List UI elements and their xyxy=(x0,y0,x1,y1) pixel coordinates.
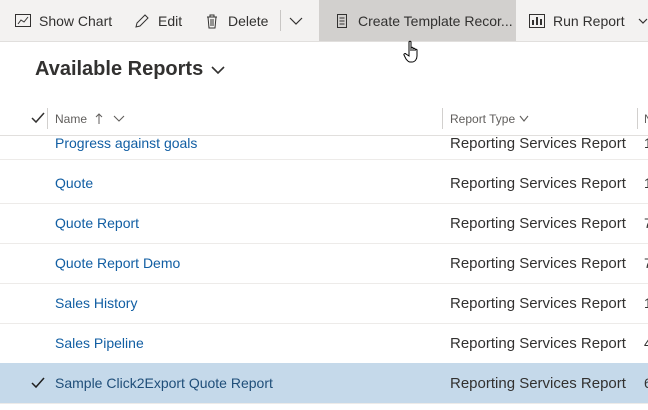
create-template-record-button[interactable]: Create Template Recor... xyxy=(319,0,516,41)
partial-cell: 1 xyxy=(644,295,648,311)
partial-cell: 1 xyxy=(644,135,648,151)
report-type-cell: Reporting Services Report xyxy=(450,134,626,152)
table-row[interactable]: Quote Report Reporting Services Report 7 xyxy=(0,203,648,244)
column-menu-chevron-icon[interactable] xyxy=(519,115,529,123)
column-name-label: Name xyxy=(55,111,88,126)
pencil-icon xyxy=(133,12,151,30)
show-chart-label: Show Chart xyxy=(39,12,113,29)
column-report-type-label: Report Type xyxy=(450,111,516,126)
overflow-chevron-icon[interactable] xyxy=(638,0,648,41)
hand-pointer-icon xyxy=(403,40,423,64)
report-type-cell: Reporting Services Report xyxy=(450,254,626,272)
run-report-label: Run Report xyxy=(553,12,625,29)
report-name-link[interactable]: Quote Report xyxy=(55,203,139,243)
table-row[interactable]: Sales Pipeline Reporting Services Report… xyxy=(0,323,648,364)
more-commands-chevron-icon[interactable] xyxy=(289,0,303,41)
report-type-cell: Reporting Services Report xyxy=(450,214,626,232)
sort-ascending-icon xyxy=(95,112,103,125)
partial-cell: 7 xyxy=(644,215,648,231)
row-check-icon[interactable] xyxy=(30,375,46,391)
view-selector[interactable]: Available Reports xyxy=(35,58,225,81)
report-type-cell: Reporting Services Report xyxy=(450,294,626,312)
report-name-link[interactable]: Sales Pipeline xyxy=(55,323,144,363)
table-row[interactable]: Sales History Reporting Services Report … xyxy=(0,283,648,324)
command-bar: Show Chart Edit Delete Create Template R… xyxy=(0,0,648,42)
show-chart-button[interactable]: Show Chart xyxy=(14,0,112,41)
partial-cell: 1 xyxy=(644,175,648,191)
delete-button[interactable]: Delete xyxy=(203,0,268,41)
trash-icon xyxy=(203,12,221,30)
edit-button[interactable]: Edit xyxy=(133,0,182,41)
table-row[interactable]: Progress against goals Reporting Service… xyxy=(0,127,648,160)
delete-label: Delete xyxy=(228,12,269,29)
table-row[interactable]: Quote Report Demo Reporting Services Rep… xyxy=(0,243,648,284)
partial-cell: 7 xyxy=(644,255,648,271)
report-type-cell: Reporting Services Report xyxy=(450,374,626,392)
column-partial-label: N xyxy=(644,112,648,126)
report-icon xyxy=(528,12,546,30)
chevron-down-icon xyxy=(211,65,225,75)
column-divider xyxy=(47,108,48,129)
table-row-selected[interactable]: Sample Click2Export Quote Report Reporti… xyxy=(0,363,648,404)
report-name-link[interactable]: Sales History xyxy=(55,283,137,323)
edit-label: Edit xyxy=(158,12,183,29)
report-type-cell: Reporting Services Report xyxy=(450,334,626,352)
document-icon xyxy=(333,12,351,30)
report-name-link[interactable]: Quote Report Demo xyxy=(55,243,180,283)
partial-cell: 6 xyxy=(644,375,648,391)
page-title: Available Reports xyxy=(35,58,204,80)
report-type-cell: Reporting Services Report xyxy=(450,174,626,192)
report-name-link[interactable]: Quote xyxy=(55,163,93,203)
chart-icon xyxy=(14,12,32,30)
column-divider xyxy=(442,108,443,129)
report-name-link[interactable]: Progress against goals xyxy=(55,127,197,159)
column-menu-chevron-icon[interactable] xyxy=(113,115,125,123)
column-divider xyxy=(637,108,638,129)
partial-cell: 4 xyxy=(644,335,648,351)
report-name-link[interactable]: Sample Click2Export Quote Report xyxy=(55,363,273,403)
create-template-label: Create Template Recor... xyxy=(358,12,513,29)
toolbar-divider xyxy=(280,10,281,31)
run-report-button[interactable]: Run Report xyxy=(528,0,625,41)
select-all-check-icon[interactable] xyxy=(30,110,46,126)
table-row[interactable]: Quote Reporting Services Report 1 xyxy=(0,163,648,204)
